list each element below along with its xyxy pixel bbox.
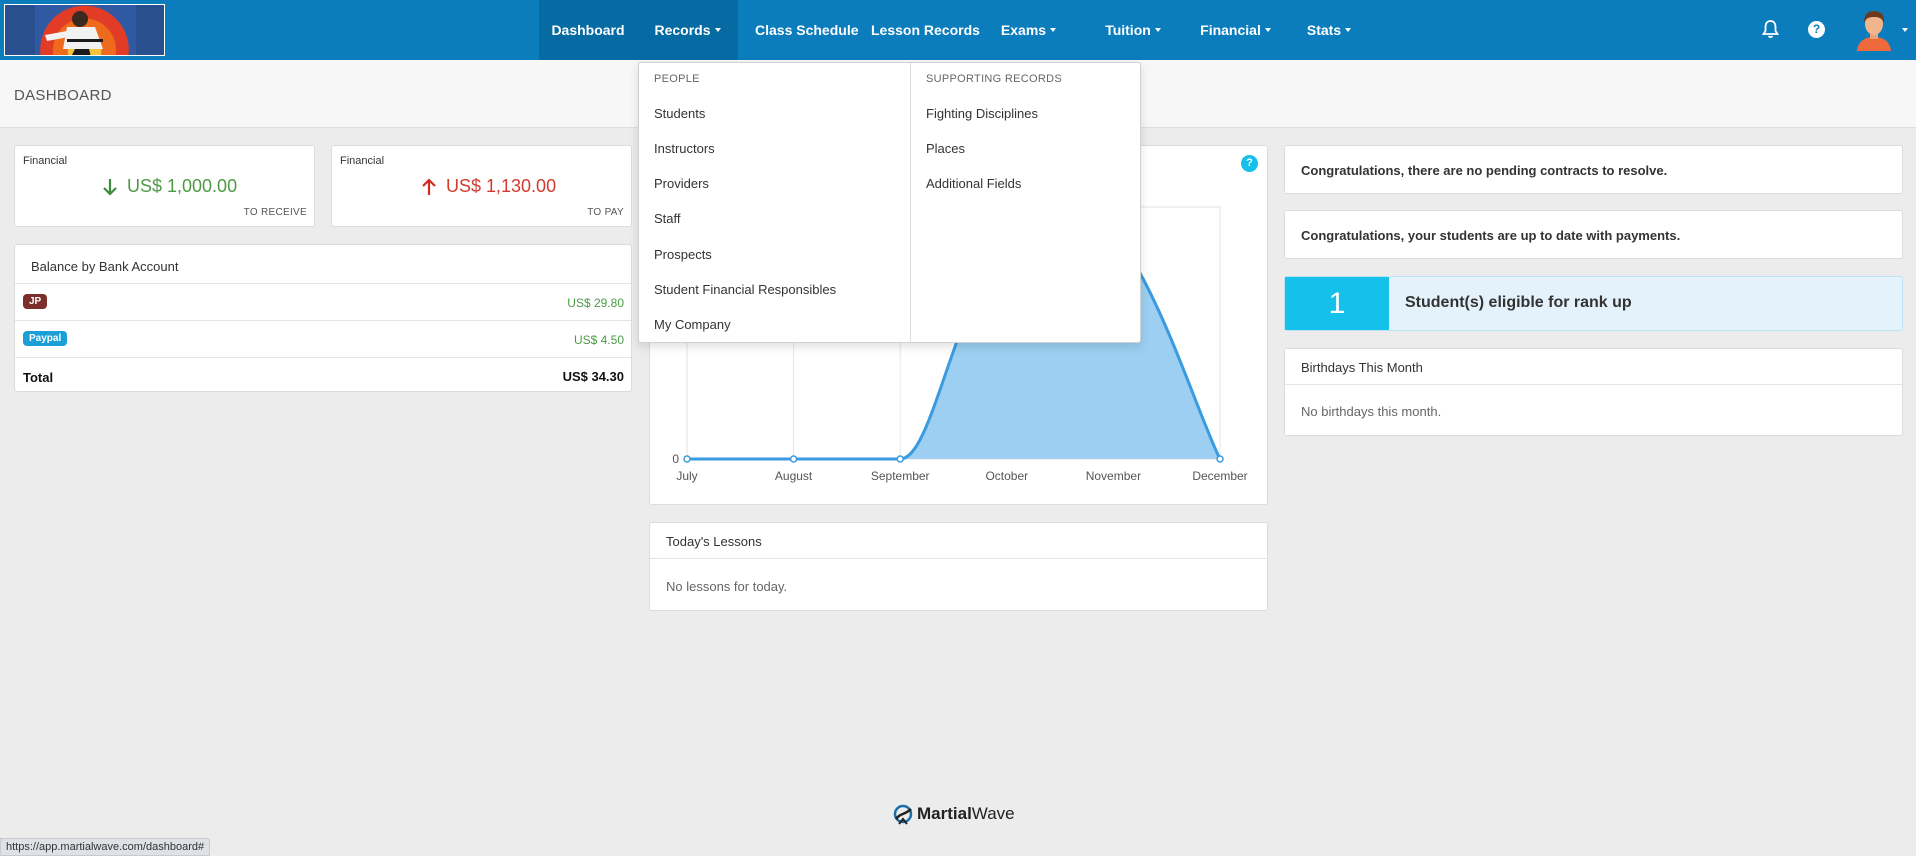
rank-up-text: Student(s) eligible for rank up <box>1405 294 1632 311</box>
menu-item-fighting-disciplines[interactable]: Fighting Disciplines <box>926 106 1038 121</box>
bell-icon[interactable] <box>1761 20 1780 42</box>
caret-down-icon <box>714 28 721 32</box>
data-point <box>789 455 798 463</box>
balance-row[interactable]: JP US$ 29.80 <box>15 283 631 320</box>
nav-tuition[interactable]: Tuition <box>1081 0 1185 60</box>
nav-dashboard[interactable]: Dashboard <box>539 0 637 60</box>
top-navbar: Dashboard Records Class Schedule Lesson … <box>0 0 1916 60</box>
account-badge: Paypal <box>23 331 68 346</box>
menu-item-students[interactable]: Students <box>654 106 705 121</box>
data-point <box>896 455 904 463</box>
to-pay-label: TO PAY <box>587 207 624 218</box>
lessons-empty-text: No lessons for today. <box>666 579 788 594</box>
todays-lessons-card: Today's Lessons No lessons for today. <box>649 522 1268 611</box>
data-point <box>683 455 691 463</box>
caret-down-icon <box>1345 28 1352 32</box>
people-heading: PEOPLE <box>654 73 700 85</box>
account-balance: US$ 4.50 <box>573 333 624 347</box>
to-receive-label: TO RECEIVE <box>243 207 307 218</box>
nav-records[interactable]: Records <box>637 0 738 60</box>
arrow-up-icon <box>422 177 436 196</box>
brand-logo[interactable] <box>4 4 165 56</box>
account-balance: US$ 29.80 <box>567 296 624 310</box>
birthdays-empty-text: No birthdays this month. <box>1301 404 1442 419</box>
financial-receive-card[interactable]: Financial US$ 1,000.00 TO RECEIVE <box>14 145 315 227</box>
menu-item-student-financial-responsibles[interactable]: Student Financial Responsibles <box>654 282 836 297</box>
receive-amount: US$ 1,000.00 <box>103 176 237 197</box>
records-dropdown-menu: PEOPLE Students Instructors Providers St… <box>638 62 1141 343</box>
x-tick-label: November <box>1086 469 1141 483</box>
menu-item-prospects[interactable]: Prospects <box>654 247 712 262</box>
status-bar-url: https://app.martialwave.com/dashboard# <box>0 838 211 856</box>
nav-stats[interactable]: Stats <box>1286 0 1372 60</box>
x-tick-label: October <box>985 469 1028 483</box>
menu-item-staff[interactable]: Staff <box>654 211 681 226</box>
caret-down-icon <box>1154 28 1161 32</box>
financial-pay-card[interactable]: Financial US$ 1,130.00 TO PAY <box>331 145 632 227</box>
balance-title: Balance by Bank Account <box>31 259 179 274</box>
rank-up-card[interactable]: 1 Student(s) eligible for rank up <box>1284 276 1903 331</box>
supporting-records-column: SUPPORTING RECORDS Fighting Disciplines … <box>911 63 1142 342</box>
account-badge: JP <box>23 294 48 309</box>
nav-exams[interactable]: Exams <box>976 0 1081 60</box>
page-title: DASHBOARD <box>14 87 112 104</box>
financial-label: Financial <box>23 155 68 167</box>
menu-item-my-company[interactable]: My Company <box>654 317 731 332</box>
nav-financial[interactable]: Financial <box>1185 0 1286 60</box>
data-point <box>1216 455 1224 463</box>
question-icon[interactable]: ? <box>1808 21 1825 38</box>
main-nav: Dashboard Records Class Schedule Lesson … <box>539 0 1372 60</box>
x-tick-label: July <box>676 469 697 483</box>
arrow-down-icon <box>103 178 117 196</box>
wave-icon <box>893 803 913 825</box>
nav-class-schedule[interactable]: Class Schedule <box>738 0 859 60</box>
caret-down-icon <box>1264 28 1271 32</box>
menu-item-additional-fields[interactable]: Additional Fields <box>926 176 1021 191</box>
balance-row[interactable]: Paypal US$ 4.50 <box>15 320 631 357</box>
x-tick-label: December <box>1192 469 1247 483</box>
rank-up-count: 1 <box>1285 277 1389 330</box>
supporting-heading: SUPPORTING RECORDS <box>926 73 1062 85</box>
caret-down-icon <box>1050 28 1057 32</box>
total-label: Total <box>23 370 54 385</box>
menu-item-providers[interactable]: Providers <box>654 176 709 191</box>
nav-lesson-records[interactable]: Lesson Records <box>854 0 980 60</box>
pay-amount: US$ 1,130.00 <box>422 176 556 197</box>
footer-brand: Martial Wave <box>893 803 1015 825</box>
lessons-title: Today's Lessons <box>650 523 1267 559</box>
x-tick-label: September <box>871 469 930 483</box>
menu-item-instructors[interactable]: Instructors <box>654 141 715 156</box>
balance-card: Balance by Bank Account JP US$ 29.80 Pay… <box>14 244 632 392</box>
caret-down-icon[interactable] <box>1902 28 1908 32</box>
avatar[interactable] <box>1855 9 1893 51</box>
menu-item-places[interactable]: Places <box>926 141 965 156</box>
birthdays-title: Birthdays This Month <box>1285 349 1902 385</box>
contracts-alert: Congratulations, there are no pending co… <box>1284 145 1903 194</box>
payments-alert: Congratulations, your students are up to… <box>1284 210 1903 259</box>
financial-label: Financial <box>340 155 385 167</box>
people-column: PEOPLE Students Instructors Providers St… <box>639 63 911 342</box>
balance-total-row: Total US$ 34.30 <box>15 357 631 394</box>
y-tick-label: 0 <box>672 452 679 466</box>
birthdays-card: Birthdays This Month No birthdays this m… <box>1284 348 1903 436</box>
x-tick-label: August <box>775 469 813 483</box>
total-value: US$ 34.30 <box>562 369 624 384</box>
